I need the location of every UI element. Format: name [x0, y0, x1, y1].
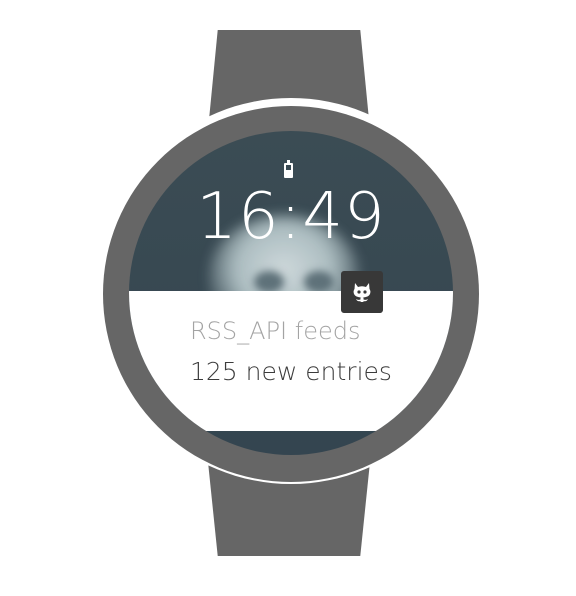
battery-icon	[284, 160, 293, 178]
app-icon-badge	[341, 271, 383, 313]
watch-mockup: 16:49 RSS_API feeds 125 new entries	[0, 0, 576, 596]
watch-screen[interactable]: 16:49 RSS_API feeds 125 new entries	[129, 131, 453, 455]
notification-card[interactable]: RSS_API feeds 125 new entries	[129, 291, 453, 431]
background-mascot-eye	[304, 271, 334, 293]
clock-time: 16:49	[196, 180, 386, 254]
notification-title: RSS_API feeds	[190, 317, 361, 345]
notification-text: 125 new entries	[190, 357, 392, 386]
octocat-icon	[353, 283, 371, 302]
background-mascot-eye	[254, 271, 284, 293]
